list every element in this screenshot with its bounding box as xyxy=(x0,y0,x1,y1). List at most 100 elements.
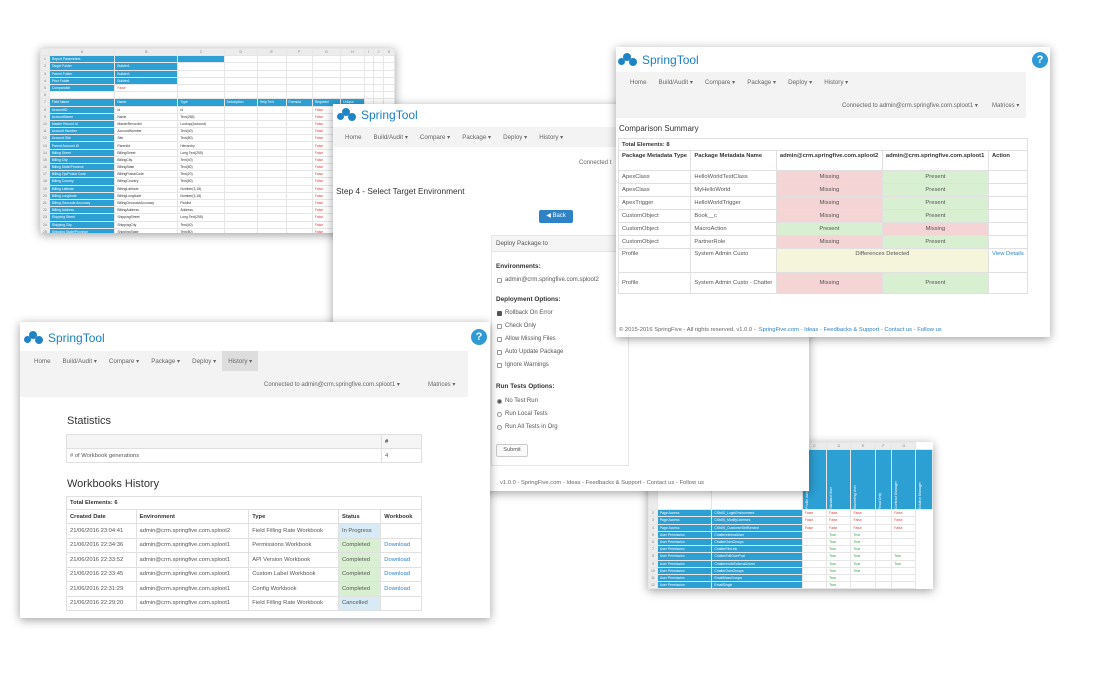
sheet-cell[interactable] xyxy=(801,545,828,554)
sheet-cell[interactable] xyxy=(223,91,258,100)
sheet-cell[interactable]: Billing State/Province xyxy=(48,162,116,172)
sheet-cell[interactable] xyxy=(372,83,384,93)
sheet-cell[interactable] xyxy=(372,62,384,71)
sheet-cell[interactable] xyxy=(256,191,287,200)
column-letter[interactable]: E xyxy=(256,48,287,57)
sheet-cell[interactable]: Long Text(255) xyxy=(177,148,225,157)
profile-header[interactable]: Marketing User xyxy=(850,449,876,511)
option-checkbox[interactable] xyxy=(497,362,502,368)
sheet-cell[interactable] xyxy=(285,141,313,150)
sheet-cell[interactable]: CStdIS_LoginEnvironment xyxy=(711,509,803,518)
sheet-cell[interactable]: BillingStreet xyxy=(114,148,179,157)
sheet-cell[interactable] xyxy=(363,62,374,71)
sheet-cell[interactable]: Billing Address xyxy=(48,206,116,215)
sheet-cell[interactable] xyxy=(256,141,287,150)
sheet-cell[interactable]: Target Folder xyxy=(48,62,116,71)
sheet-cell[interactable] xyxy=(177,55,225,64)
sheet-cell[interactable] xyxy=(256,177,287,186)
sheet-cell[interactable]: CStdIS_CustomerSelfService xyxy=(711,523,803,532)
sheet-cell[interactable]: Billing Street xyxy=(48,148,116,157)
sheet-cell[interactable]: Builder1 xyxy=(114,69,179,78)
sheet-cell[interactable] xyxy=(256,62,287,71)
sheet-cell[interactable] xyxy=(256,198,287,208)
sheet-cell[interactable] xyxy=(223,170,258,179)
sheet-cell[interactable]: Account Site xyxy=(48,134,116,143)
sheet-cell[interactable] xyxy=(285,155,313,165)
sheet-cell[interactable] xyxy=(874,516,893,525)
sheet-cell[interactable]: Billing Zip/Postal Code xyxy=(48,170,116,179)
sheet-cell[interactable] xyxy=(340,69,365,78)
sheet-cell[interactable]: Billing Country xyxy=(48,177,116,186)
sheet-cell[interactable] xyxy=(256,162,287,172)
sheet-cell[interactable]: MasterRecordId xyxy=(114,119,179,129)
option-checkbox[interactable] xyxy=(497,336,502,342)
nav-home[interactable]: Home xyxy=(28,351,57,371)
sheet-cell[interactable] xyxy=(256,76,287,85)
sheet-cell[interactable]: Picklist xyxy=(177,198,225,208)
nav-compare[interactable]: Compare ▾ xyxy=(414,134,456,141)
sheet-cell[interactable] xyxy=(285,119,313,129)
brand-logo[interactable]: SpringTool xyxy=(337,108,418,122)
sheet-cell[interactable]: True xyxy=(850,530,876,539)
sheet-cell[interactable]: Description xyxy=(223,98,258,107)
sheet-cell[interactable]: Number(3,15) xyxy=(177,191,225,200)
sheet-cell[interactable] xyxy=(256,127,287,136)
sheet-cell[interactable] xyxy=(801,566,828,575)
sheet-cell[interactable]: Page Access xyxy=(656,509,713,518)
sheet-cell[interactable] xyxy=(256,213,287,222)
sheet-cell[interactable] xyxy=(285,177,313,186)
sheet-cell[interactable]: ShippingCity xyxy=(114,220,179,229)
sheet-cell[interactable]: User Permission xyxy=(656,581,713,589)
sheet-cell[interactable]: AccountID xyxy=(48,105,116,114)
sheet-cell[interactable] xyxy=(372,91,384,100)
column-letter[interactable]: B xyxy=(114,48,179,57)
sheet-cell[interactable]: BillingCountry xyxy=(114,177,179,186)
sheet-cell[interactable]: True xyxy=(826,559,852,568)
sheet-cell[interactable] xyxy=(177,76,225,85)
nav-package[interactable]: Package ▾ xyxy=(456,134,497,141)
sheet-cell[interactable] xyxy=(372,69,384,78)
column-letter[interactable]: F xyxy=(874,442,893,451)
sheet-cell[interactable] xyxy=(340,76,365,85)
sheet-cell[interactable] xyxy=(223,127,258,136)
column-letter[interactable]: E xyxy=(850,442,876,451)
deploy-option[interactable]: Auto Update Package xyxy=(497,349,563,355)
sheet-cell[interactable] xyxy=(223,119,258,129)
sheet-cell[interactable] xyxy=(340,91,365,100)
sheet-cell[interactable]: Text(40) xyxy=(177,155,225,165)
sheet-cell[interactable]: Billing Latitude xyxy=(48,184,116,193)
sheet-cell[interactable]: BillingLatitude xyxy=(114,184,179,193)
test-radio[interactable] xyxy=(497,411,502,417)
sheet-cell[interactable] xyxy=(177,69,225,78)
sheet-cell[interactable]: Billing Longitude xyxy=(48,191,116,200)
sheet-cell[interactable] xyxy=(285,91,313,100)
sheet-cell[interactable] xyxy=(874,523,893,532)
column-letter[interactable]: G xyxy=(311,48,342,57)
sheet-cell[interactable] xyxy=(285,112,313,121)
sheet-cell[interactable] xyxy=(285,198,313,208)
sheet-cell[interactable]: False xyxy=(114,83,179,93)
sheet-cell[interactable] xyxy=(256,184,287,193)
sheet-cell[interactable] xyxy=(382,76,395,85)
sheet-cell[interactable]: User Permission xyxy=(656,530,713,539)
sheet-cell[interactable]: Account Number xyxy=(48,127,116,136)
sheet-cell[interactable]: User Permission xyxy=(656,537,713,547)
sheet-cell[interactable] xyxy=(223,62,258,71)
sheet-cell[interactable]: EmailSingle xyxy=(711,581,803,589)
sheet-cell[interactable] xyxy=(874,566,893,575)
sheet-cell[interactable] xyxy=(114,55,179,64)
sheet-cell[interactable]: AccountName xyxy=(48,112,116,121)
profile-header[interactable]: Read Only xyxy=(874,449,893,511)
sheet-cell[interactable] xyxy=(311,76,342,85)
sheet-cell[interactable] xyxy=(382,69,395,78)
test-radio[interactable] xyxy=(497,398,502,404)
sheet-cell[interactable] xyxy=(874,509,893,518)
sheet-cell[interactable] xyxy=(801,573,828,583)
sheet-cell[interactable]: Page Access xyxy=(656,523,713,532)
view-details-link[interactable]: View Details xyxy=(987,248,1029,273)
option-checkbox[interactable] xyxy=(497,349,502,355)
sheet-cell[interactable] xyxy=(223,83,258,93)
sheet-cell[interactable]: CStdIS_ModifyLicenses xyxy=(711,516,803,525)
sheet-cell[interactable]: User Permission xyxy=(656,545,713,554)
sheet-cell[interactable]: True xyxy=(891,552,917,561)
